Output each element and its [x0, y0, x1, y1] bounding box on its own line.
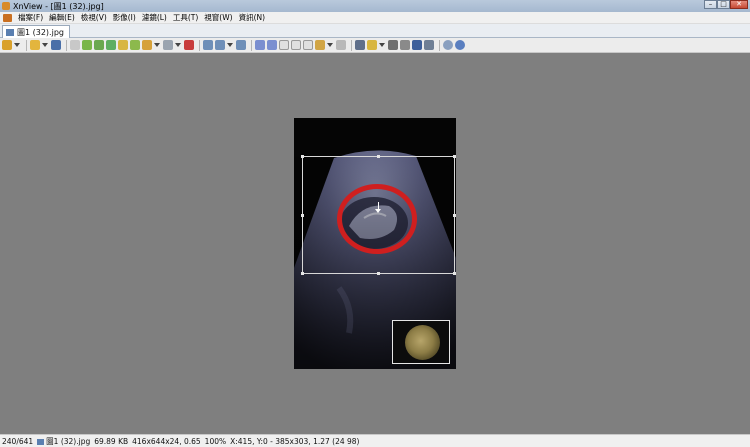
selection-handle[interactable] [301, 214, 304, 217]
convert-icon[interactable] [118, 40, 128, 50]
chevron-down-icon[interactable] [327, 42, 333, 48]
options-icon[interactable] [443, 40, 453, 50]
prev-icon[interactable] [255, 40, 265, 50]
chevron-down-icon[interactable] [379, 42, 385, 48]
color-icon[interactable] [82, 40, 92, 50]
image-viewer[interactable] [0, 54, 750, 434]
toolbar-separator [439, 39, 440, 51]
selection-handle[interactable] [301, 155, 304, 158]
image-file-icon [6, 28, 14, 36]
chevron-down-icon[interactable] [175, 42, 181, 48]
title-bar: XnView - [圖1 (32).jpg] – □ ✕ [0, 0, 750, 12]
first-page-icon[interactable] [279, 40, 289, 50]
slideshow-icon[interactable] [106, 40, 116, 50]
toolbar-separator [199, 39, 200, 51]
toolbar-separator [351, 39, 352, 51]
menu-tools[interactable]: 工具(T) [170, 12, 201, 23]
screen-icon[interactable] [412, 40, 422, 50]
properties-icon[interactable] [163, 40, 173, 50]
main-toolbar [0, 38, 750, 53]
paste-icon[interactable] [336, 40, 346, 50]
menu-edit[interactable]: 編輯(E) [46, 12, 78, 23]
exit-icon[interactable] [424, 40, 434, 50]
copy-icon[interactable] [315, 40, 325, 50]
zoom-out-icon[interactable] [236, 40, 246, 50]
next-icon[interactable] [267, 40, 277, 50]
status-file: 圖1 (32).jpg [35, 436, 92, 447]
menu-filter[interactable]: 濾鏡(L) [139, 12, 170, 23]
zoom-fit-icon[interactable] [215, 40, 225, 50]
image-dimensions: 416x644x24, 0.65 [132, 436, 201, 446]
toolbar-separator [26, 39, 27, 51]
selection-handle[interactable] [377, 272, 380, 275]
file-size: 69.89 KB [94, 436, 129, 446]
status-bar: 240/641 圖1 (32).jpg 69.89 KB 416x644x24,… [0, 434, 750, 447]
tab-image[interactable]: 圖1 (32).jpg [2, 25, 70, 38]
menu-window[interactable]: 視窗(W) [201, 12, 235, 23]
zoom-level: 100% [204, 436, 227, 446]
menu-image[interactable]: 影像(I) [110, 12, 139, 23]
crop-icon[interactable] [355, 40, 365, 50]
endoscopy-inset [392, 320, 450, 364]
adjust-icon[interactable] [367, 40, 377, 50]
selection-handle[interactable] [453, 214, 456, 217]
selection-handle[interactable] [301, 272, 304, 275]
acquire-icon[interactable] [94, 40, 104, 50]
toolbar-separator [66, 39, 67, 51]
save-icon[interactable] [51, 40, 61, 50]
selection-handle[interactable] [453, 155, 456, 158]
toolbar-separator [251, 39, 252, 51]
maximize-button[interactable]: □ [717, 0, 730, 9]
xnview-app-icon[interactable] [2, 2, 10, 10]
capture-screen-icon[interactable] [184, 40, 194, 50]
image-file-icon [37, 438, 45, 445]
menu-view[interactable]: 檢視(V) [78, 12, 110, 23]
document-tabs: 圖1 (32).jpg [0, 24, 750, 38]
menu-bar: 檔案(F) 編輯(E) 檢視(V) 影像(I) 濾鏡(L) 工具(T) 視窗(W… [0, 12, 750, 24]
help-icon[interactable] [455, 40, 465, 50]
rename-icon[interactable] [130, 40, 140, 50]
menu-file[interactable]: 檔案(F) [15, 12, 46, 23]
window-controls: – □ ✕ [704, 0, 748, 10]
endoscopy-image [405, 325, 440, 360]
menu-info[interactable]: 資訊(N) [236, 12, 268, 23]
image-index: 240/641 [2, 436, 34, 446]
crown-menu-icon[interactable] [3, 13, 12, 22]
print-icon[interactable] [400, 40, 410, 50]
browser-icon[interactable] [2, 40, 12, 50]
minimize-button[interactable]: – [704, 0, 717, 9]
window-title: XnView - [圖1 (32).jpg] [13, 1, 104, 11]
tab-label: 圖1 (32).jpg [17, 27, 64, 37]
chevron-down-icon[interactable] [42, 42, 48, 48]
find-icon[interactable] [388, 40, 398, 50]
close-button[interactable]: ✕ [730, 0, 748, 9]
fullscreen-icon[interactable] [303, 40, 313, 50]
open-folder-icon[interactable] [30, 40, 40, 50]
cursor-info: X:415, Y:0 - 385x303, 1.27 (24 98) [230, 436, 360, 446]
capture-icon[interactable] [142, 40, 152, 50]
chevron-down-icon[interactable] [227, 42, 233, 48]
selection-handle[interactable] [377, 155, 380, 158]
selection-handle[interactable] [453, 272, 456, 275]
last-page-icon[interactable] [291, 40, 301, 50]
status-filename: 圖1 (32).jpg [46, 436, 91, 446]
print-preview-icon[interactable] [70, 40, 80, 50]
zoom-in-icon[interactable] [203, 40, 213, 50]
selection-rectangle[interactable] [301, 155, 456, 275]
chevron-down-icon[interactable] [154, 42, 160, 48]
chevron-down-icon[interactable] [14, 42, 20, 48]
